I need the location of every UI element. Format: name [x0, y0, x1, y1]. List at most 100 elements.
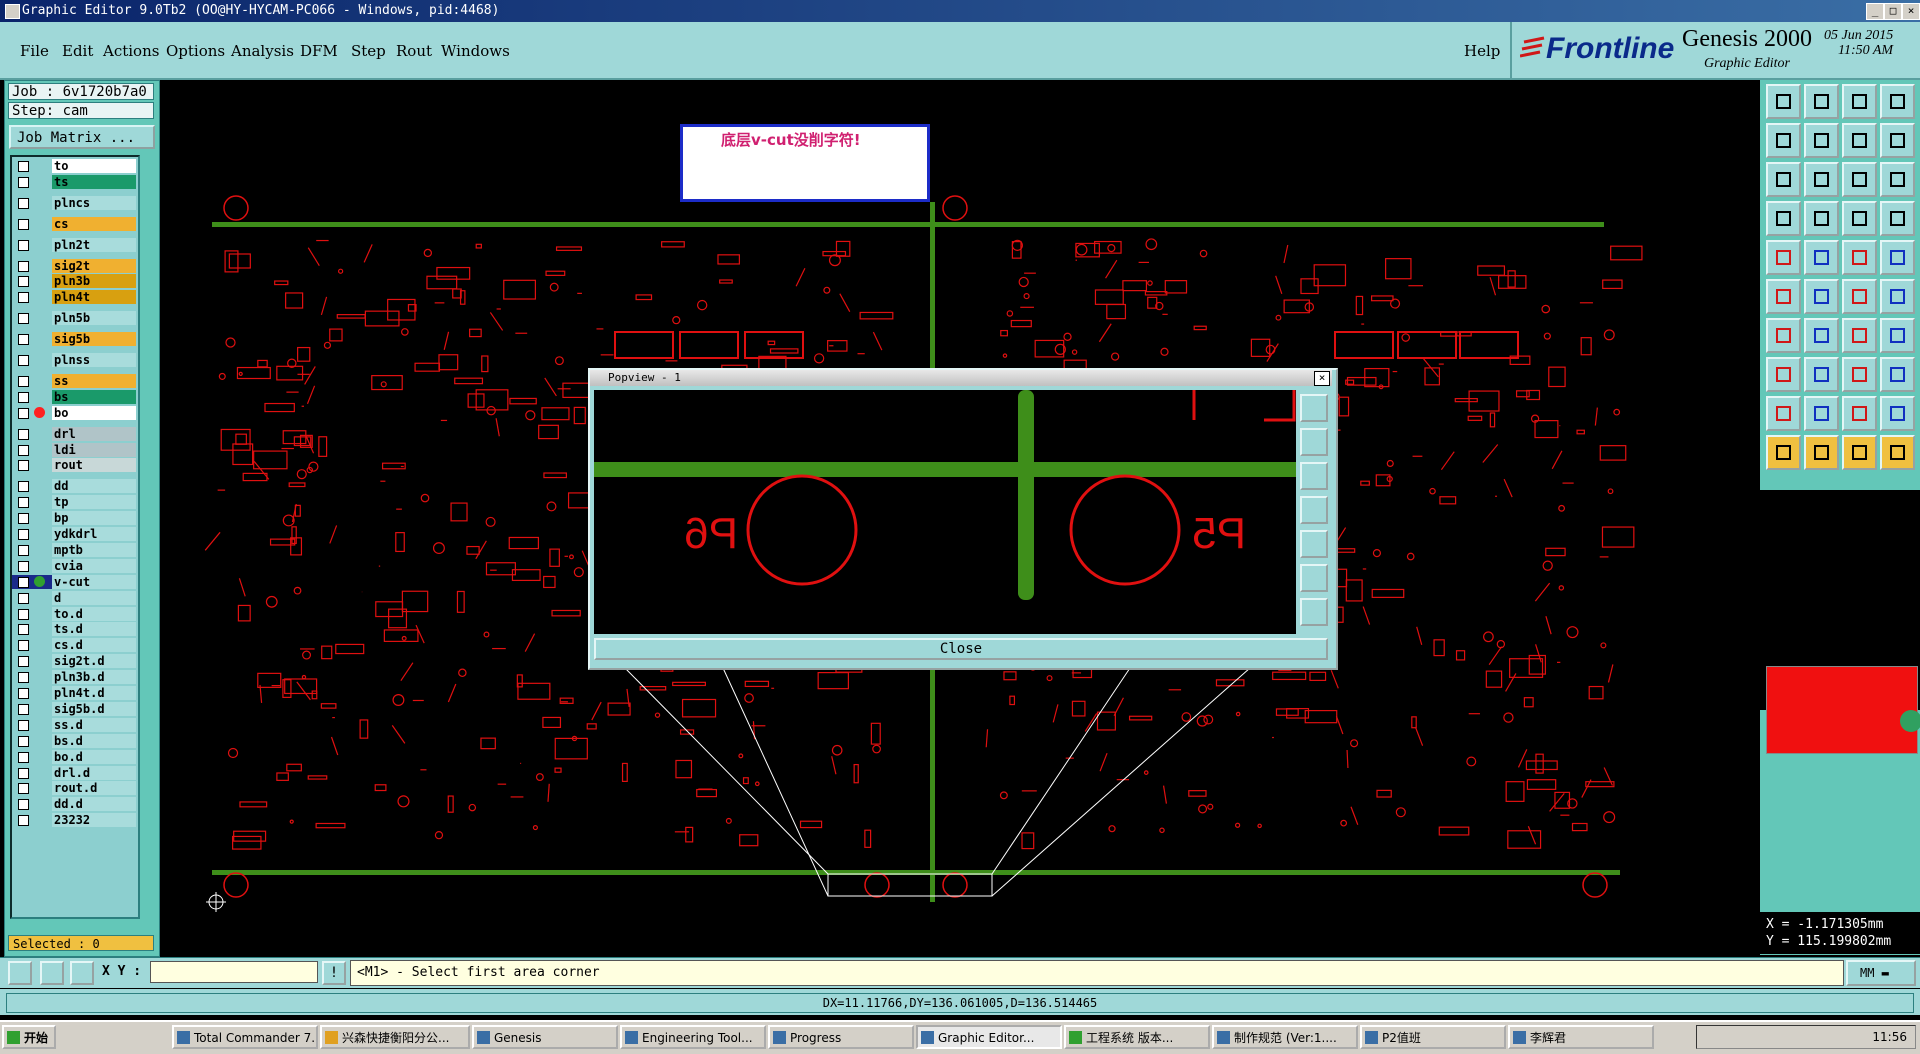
layer-checkbox[interactable] [18, 313, 29, 325]
slope-icon[interactable] [1804, 318, 1839, 353]
reference-icon[interactable] [1880, 240, 1915, 275]
menu-actions[interactable]: Actions [103, 42, 159, 60]
popview-center-icon[interactable] [1300, 564, 1328, 592]
task-engineering-system[interactable]: 工程系统 版本... [1064, 1025, 1210, 1049]
center-icon[interactable] [1804, 162, 1839, 197]
xy-input[interactable] [150, 961, 318, 983]
layer-checkbox[interactable] [18, 391, 29, 403]
cross-icon[interactable] [1804, 279, 1839, 314]
pan-left-icon[interactable] [1766, 123, 1801, 158]
select-icon-icon[interactable] [1766, 240, 1801, 275]
layer-row[interactable]: ydkdrl [12, 527, 136, 541]
layer-row[interactable]: pln5b [12, 311, 136, 326]
layer-checkbox[interactable] [18, 815, 29, 827]
layer-row[interactable]: drl.d [12, 765, 136, 780]
task-user[interactable]: 李辉君 [1508, 1025, 1654, 1049]
route-icon[interactable] [1842, 279, 1877, 314]
layer-checkbox[interactable] [18, 481, 29, 493]
zoom-out-icon[interactable] [1804, 84, 1839, 119]
measure-2-icon[interactable] [1880, 201, 1915, 236]
ratio-icon[interactable] [1842, 162, 1877, 197]
menu-rout[interactable]: Rout [396, 42, 432, 60]
alert-icon[interactable]: ! [322, 961, 346, 985]
task-graphic-editor[interactable]: Graphic Editor... [916, 1025, 1062, 1049]
layer-checkbox[interactable] [18, 719, 29, 731]
popview-zoom-in-icon[interactable] [1300, 394, 1328, 422]
layer-row[interactable]: pln3b.d [12, 670, 136, 685]
layer-checkbox[interactable] [18, 460, 29, 472]
layer-row[interactable]: dd.d [12, 797, 136, 812]
popview-fit-icon[interactable] [1300, 530, 1328, 558]
task-total-commander[interactable]: Total Commander 7... [172, 1025, 318, 1049]
maximize-button[interactable]: □ [1884, 3, 1902, 20]
layer-row[interactable]: sig5b.d [12, 701, 136, 716]
dimension-icon[interactable] [1880, 318, 1915, 353]
pointer-move-icon[interactable] [1842, 435, 1877, 470]
popview-zoom-out-icon[interactable] [1300, 428, 1328, 456]
task-engineering-tool[interactable]: Engineering Tool... [620, 1025, 766, 1049]
profile-icon[interactable] [1842, 240, 1877, 275]
mark-a-icon[interactable] [1804, 396, 1839, 431]
minimize-button[interactable]: _ [1866, 3, 1884, 20]
layer-row[interactable]: pln3b [12, 274, 136, 289]
layer-row[interactable]: ss [12, 373, 136, 388]
rotate-icon[interactable] [1842, 318, 1877, 353]
zoom-back-icon[interactable] [1880, 84, 1915, 119]
layer-checkbox[interactable] [18, 197, 29, 209]
grid-icon[interactable] [70, 961, 94, 985]
task-spec[interactable]: 制作规范 (Ver:1.... [1212, 1025, 1358, 1049]
feature-icon[interactable] [1766, 357, 1801, 392]
layer-row[interactable]: rout.d [12, 781, 136, 796]
layer-checkbox[interactable] [18, 592, 29, 604]
layer-row[interactable]: sig2t [12, 258, 136, 273]
layer-checkbox[interactable] [18, 218, 29, 230]
layer-checkbox[interactable] [18, 799, 29, 811]
layer-checkbox[interactable] [18, 176, 29, 188]
snap-icon[interactable] [1766, 201, 1801, 236]
help-icon[interactable] [1880, 162, 1915, 197]
layer-row[interactable]: 23232 [12, 813, 136, 828]
layer-checkbox[interactable] [18, 444, 29, 456]
pointer-select-icon[interactable] [1804, 435, 1839, 470]
task-genesis[interactable]: Genesis [472, 1025, 618, 1049]
popview-refresh-icon[interactable] [1300, 598, 1328, 626]
layer-checkbox[interactable] [18, 529, 29, 540]
layer-row[interactable]: drl [12, 426, 136, 441]
menu-edit[interactable]: Edit [62, 42, 93, 60]
layer-row[interactable]: bs [12, 389, 136, 404]
layer-row[interactable]: sig5b [12, 332, 136, 347]
layer-checkbox[interactable] [18, 783, 29, 795]
layer-checkbox[interactable] [18, 544, 29, 556]
layer-checkbox[interactable] [18, 407, 29, 419]
popview-home-icon[interactable] [1300, 496, 1328, 524]
layer-row[interactable]: mptb [12, 542, 136, 557]
translate-icon[interactable] [1804, 201, 1839, 236]
layer-row[interactable]: bo [12, 405, 136, 420]
hatch-icon[interactable] [1842, 357, 1877, 392]
menu-step[interactable]: Step [351, 42, 386, 60]
mini-board-preview[interactable] [1766, 666, 1918, 754]
menu-options[interactable]: Options [166, 42, 225, 60]
layer-row[interactable]: ts.d [12, 622, 136, 637]
layer-row[interactable]: to.d [12, 606, 136, 621]
layer-row[interactable]: tp [12, 495, 136, 510]
popview-close-button[interactable]: Close [594, 638, 1328, 660]
layer-row[interactable]: plncs [12, 195, 136, 210]
layer-row[interactable]: ss.d [12, 717, 136, 732]
popview-canvas[interactable]: P6 P5 [594, 390, 1296, 634]
pan-right-icon[interactable] [1804, 123, 1839, 158]
clear-icon[interactable] [1804, 357, 1839, 392]
arc-icon[interactable] [1880, 279, 1915, 314]
popview-close-icon[interactable]: × [1314, 371, 1330, 386]
menu-help[interactable]: Help [1464, 42, 1500, 60]
node-icon[interactable] [1766, 279, 1801, 314]
mark-b-icon[interactable] [1842, 396, 1877, 431]
layer-checkbox[interactable] [18, 688, 29, 699]
fit-all-icon[interactable] [1766, 162, 1801, 197]
mark-icon[interactable] [1766, 396, 1801, 431]
layer-checkbox[interactable] [18, 703, 29, 715]
layer-row[interactable]: ts [12, 174, 136, 189]
task-p2[interactable]: P2值班 [1360, 1025, 1506, 1049]
mark-c-icon[interactable] [1880, 396, 1915, 431]
close-window-button[interactable]: × [1902, 3, 1920, 20]
